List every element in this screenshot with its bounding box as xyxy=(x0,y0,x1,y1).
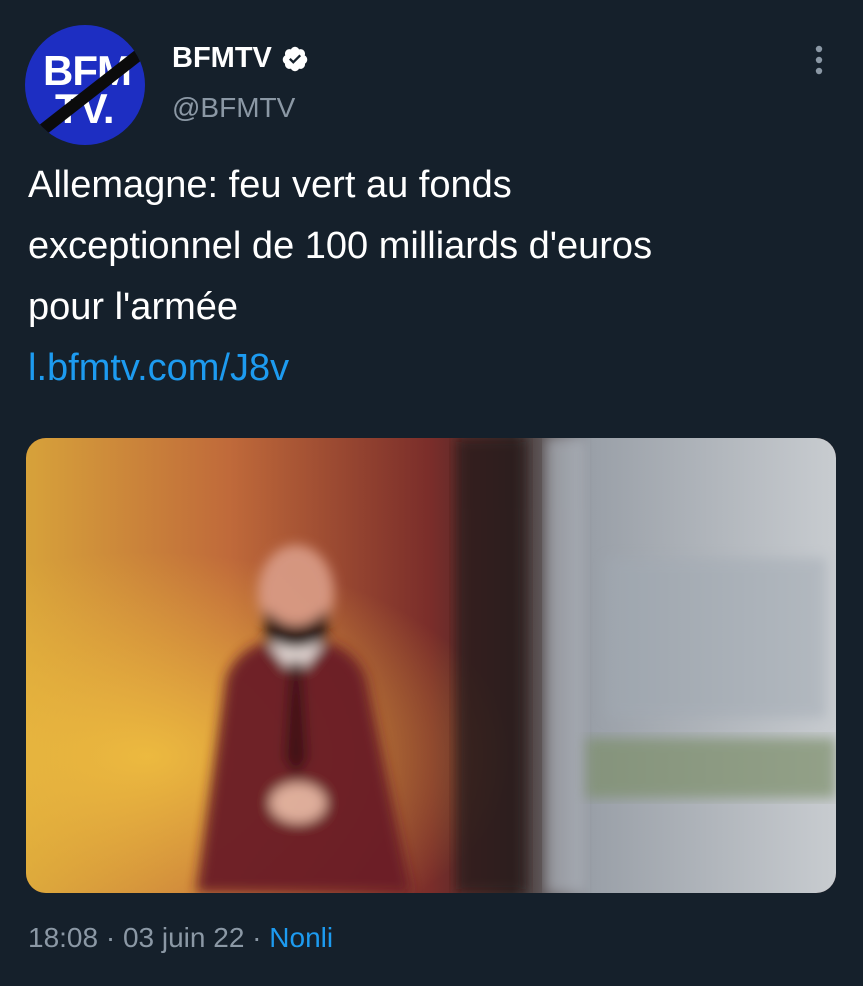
tweet-media-photo[interactable] xyxy=(26,438,836,893)
author-handle[interactable]: @BFMTV xyxy=(172,92,295,124)
tweet-date[interactable]: 03 juin 22 xyxy=(123,922,244,953)
tweet-time[interactable]: 18:08 xyxy=(28,922,98,953)
tweet-text-line: pour l'armée xyxy=(28,286,239,328)
verified-badge-icon xyxy=(282,46,308,71)
separator: · xyxy=(98,922,123,953)
tweet-text-line: exceptionnel de 100 milliards d'euros xyxy=(28,225,653,267)
more-options-icon[interactable] xyxy=(805,40,833,80)
source-app-link[interactable]: Nonli xyxy=(269,922,333,953)
tweet-meta: 18:08 · 03 juin 22 · Nonli xyxy=(28,922,333,954)
photo-illustration xyxy=(26,438,836,893)
separator: · xyxy=(244,922,270,953)
tweet-link[interactable]: l.bfmtv.com/J8v xyxy=(28,338,838,399)
display-name[interactable]: BFMTV xyxy=(172,42,272,75)
tweet-text-line: Allemagne: feu vert au fonds xyxy=(28,164,512,206)
author-name-row: BFMTV xyxy=(172,42,309,75)
avatar[interactable]: BFM TV. xyxy=(25,25,145,145)
tweet-text: Allemagne: feu vert au fonds exceptionne… xyxy=(28,155,838,399)
